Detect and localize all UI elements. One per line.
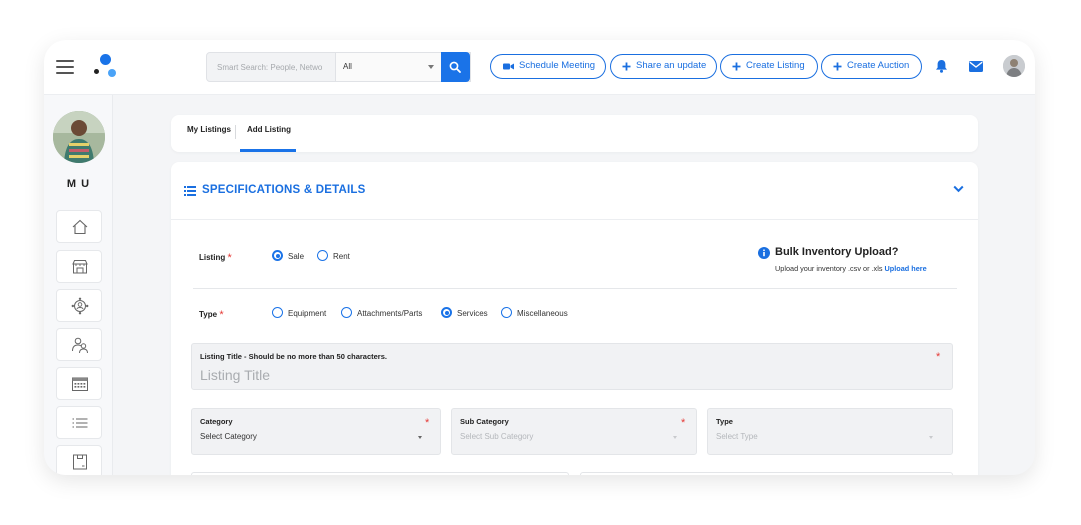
sidebar-item-box[interactable] [56, 445, 102, 475]
listing-title-input[interactable] [200, 367, 900, 383]
sub-category-label: Sub Category [460, 417, 509, 426]
category-value: Select Category [200, 432, 257, 441]
type-label-text: Type [199, 310, 218, 319]
type-services-label: Services [457, 309, 488, 318]
sidebar-item-list[interactable] [56, 406, 102, 439]
type-label: Type * [199, 308, 224, 321]
tab-add-listing[interactable]: Add Listing [247, 115, 291, 152]
type-miscellaneous-label: Miscellaneous [517, 309, 568, 318]
listing-rent-label: Rent [333, 252, 350, 261]
listing-label-text: Listing [199, 253, 226, 262]
schedule-meeting-button[interactable]: Schedule Meeting [490, 54, 606, 79]
create-auction-label: Create Auction [847, 60, 910, 71]
search-scope-value: All [343, 62, 352, 71]
smart-search: All [206, 52, 471, 82]
chevron-down-icon [929, 436, 933, 439]
section-title: SPECIFICATIONS & DETAILS [202, 184, 366, 196]
network-icon [71, 297, 89, 315]
listing-title-label: Listing Title - Should be no more than 5… [200, 352, 387, 361]
category-select[interactable]: Category * Select Category [191, 408, 441, 455]
store-icon [72, 260, 88, 274]
type-select-label: Type [716, 417, 733, 426]
create-auction-button[interactable]: Create Auction [821, 54, 922, 79]
required-marker: * [227, 252, 232, 264]
divider [193, 288, 957, 289]
hamburger-icon[interactable] [56, 60, 74, 74]
plus-icon [732, 62, 741, 71]
avatar[interactable] [53, 111, 105, 163]
calendar-icon [72, 377, 88, 391]
next-field-left[interactable] [191, 472, 569, 475]
chevron-down-icon [418, 436, 422, 439]
home-icon [72, 219, 88, 235]
chevron-down-icon[interactable] [953, 185, 964, 193]
sidebar-item-calendar[interactable] [56, 367, 102, 400]
tab-my-listings[interactable]: My Listings [187, 115, 231, 152]
video-camera-icon [503, 63, 514, 70]
chevron-down-icon [673, 436, 677, 439]
bulk-upload-title: Bulk Inventory Upload? [775, 246, 899, 258]
search-button[interactable] [441, 52, 470, 82]
mail-icon[interactable] [969, 61, 983, 72]
profile-name: M U [66, 178, 91, 190]
listing-label: Listing * [199, 251, 232, 264]
plus-icon [833, 62, 842, 71]
listing-sale-label: Sale [288, 252, 305, 261]
share-update-label: Share an update [636, 60, 707, 71]
next-field-right[interactable] [580, 472, 953, 475]
info-icon [758, 247, 770, 259]
search-icon [449, 61, 461, 73]
active-tab-indicator [240, 149, 296, 152]
app-window: All Schedule Meeting Share an update [44, 40, 1035, 475]
list-icon [72, 418, 88, 428]
share-update-button[interactable]: Share an update [610, 54, 717, 79]
bulk-upload-description: Upload your inventory .csv or .xls [775, 264, 883, 273]
required-marker: * [936, 351, 941, 363]
tab-separator [235, 125, 236, 139]
chevron-down-icon [428, 65, 434, 69]
search-input[interactable] [207, 53, 335, 81]
search-scope-select[interactable]: All [335, 53, 442, 81]
type-select[interactable]: Type Select Type [707, 408, 953, 455]
type-attachments-label: Attachments/Parts [357, 309, 423, 318]
category-label: Category [200, 417, 233, 426]
app-logo[interactable] [91, 54, 119, 82]
box-icon [73, 454, 87, 470]
listing-rent-radio[interactable] [317, 250, 328, 261]
sub-category-select[interactable]: Sub Category * Select Sub Category [451, 408, 697, 455]
type-select-value: Select Type [716, 432, 758, 441]
listing-title-field: Listing Title - Should be no more than 5… [191, 343, 953, 390]
type-equipment-label: Equipment [288, 309, 327, 318]
list-icon [184, 186, 196, 196]
plus-icon [622, 62, 631, 71]
create-listing-button[interactable]: Create Listing [720, 54, 818, 79]
type-equipment-radio[interactable] [272, 307, 283, 318]
sidebar-item-home[interactable] [56, 210, 102, 243]
type-services-radio[interactable] [441, 307, 452, 318]
listing-sale-radio[interactable] [272, 250, 283, 261]
sidebar-item-users[interactable] [56, 328, 102, 361]
create-listing-label: Create Listing [746, 60, 805, 71]
bulk-upload-text: Upload your inventory .csv or .xls Uploa… [775, 264, 927, 273]
users-icon [72, 337, 88, 354]
specifications-header[interactable]: SPECIFICATIONS & DETAILS [171, 162, 978, 220]
schedule-meeting-label: Schedule Meeting [519, 60, 596, 71]
sidebar-item-network[interactable] [56, 289, 102, 322]
top-bar: All Schedule Meeting Share an update [44, 40, 1035, 95]
required-marker: * [681, 417, 686, 429]
type-miscellaneous-radio[interactable] [501, 307, 512, 318]
sidebar: M U [44, 95, 113, 475]
required-marker: * [425, 417, 430, 429]
sub-category-value: Select Sub Category [460, 432, 534, 441]
listing-tabs: My Listings Add Listing [171, 115, 978, 152]
user-avatar-small[interactable] [1003, 55, 1025, 77]
type-attachments-radio[interactable] [341, 307, 352, 318]
required-marker: * [219, 309, 224, 321]
sidebar-item-store[interactable] [56, 250, 102, 283]
specifications-card: SPECIFICATIONS & DETAILS Listing * Sale … [171, 162, 978, 475]
upload-here-link[interactable]: Upload here [885, 264, 927, 273]
bell-icon[interactable] [935, 59, 948, 73]
